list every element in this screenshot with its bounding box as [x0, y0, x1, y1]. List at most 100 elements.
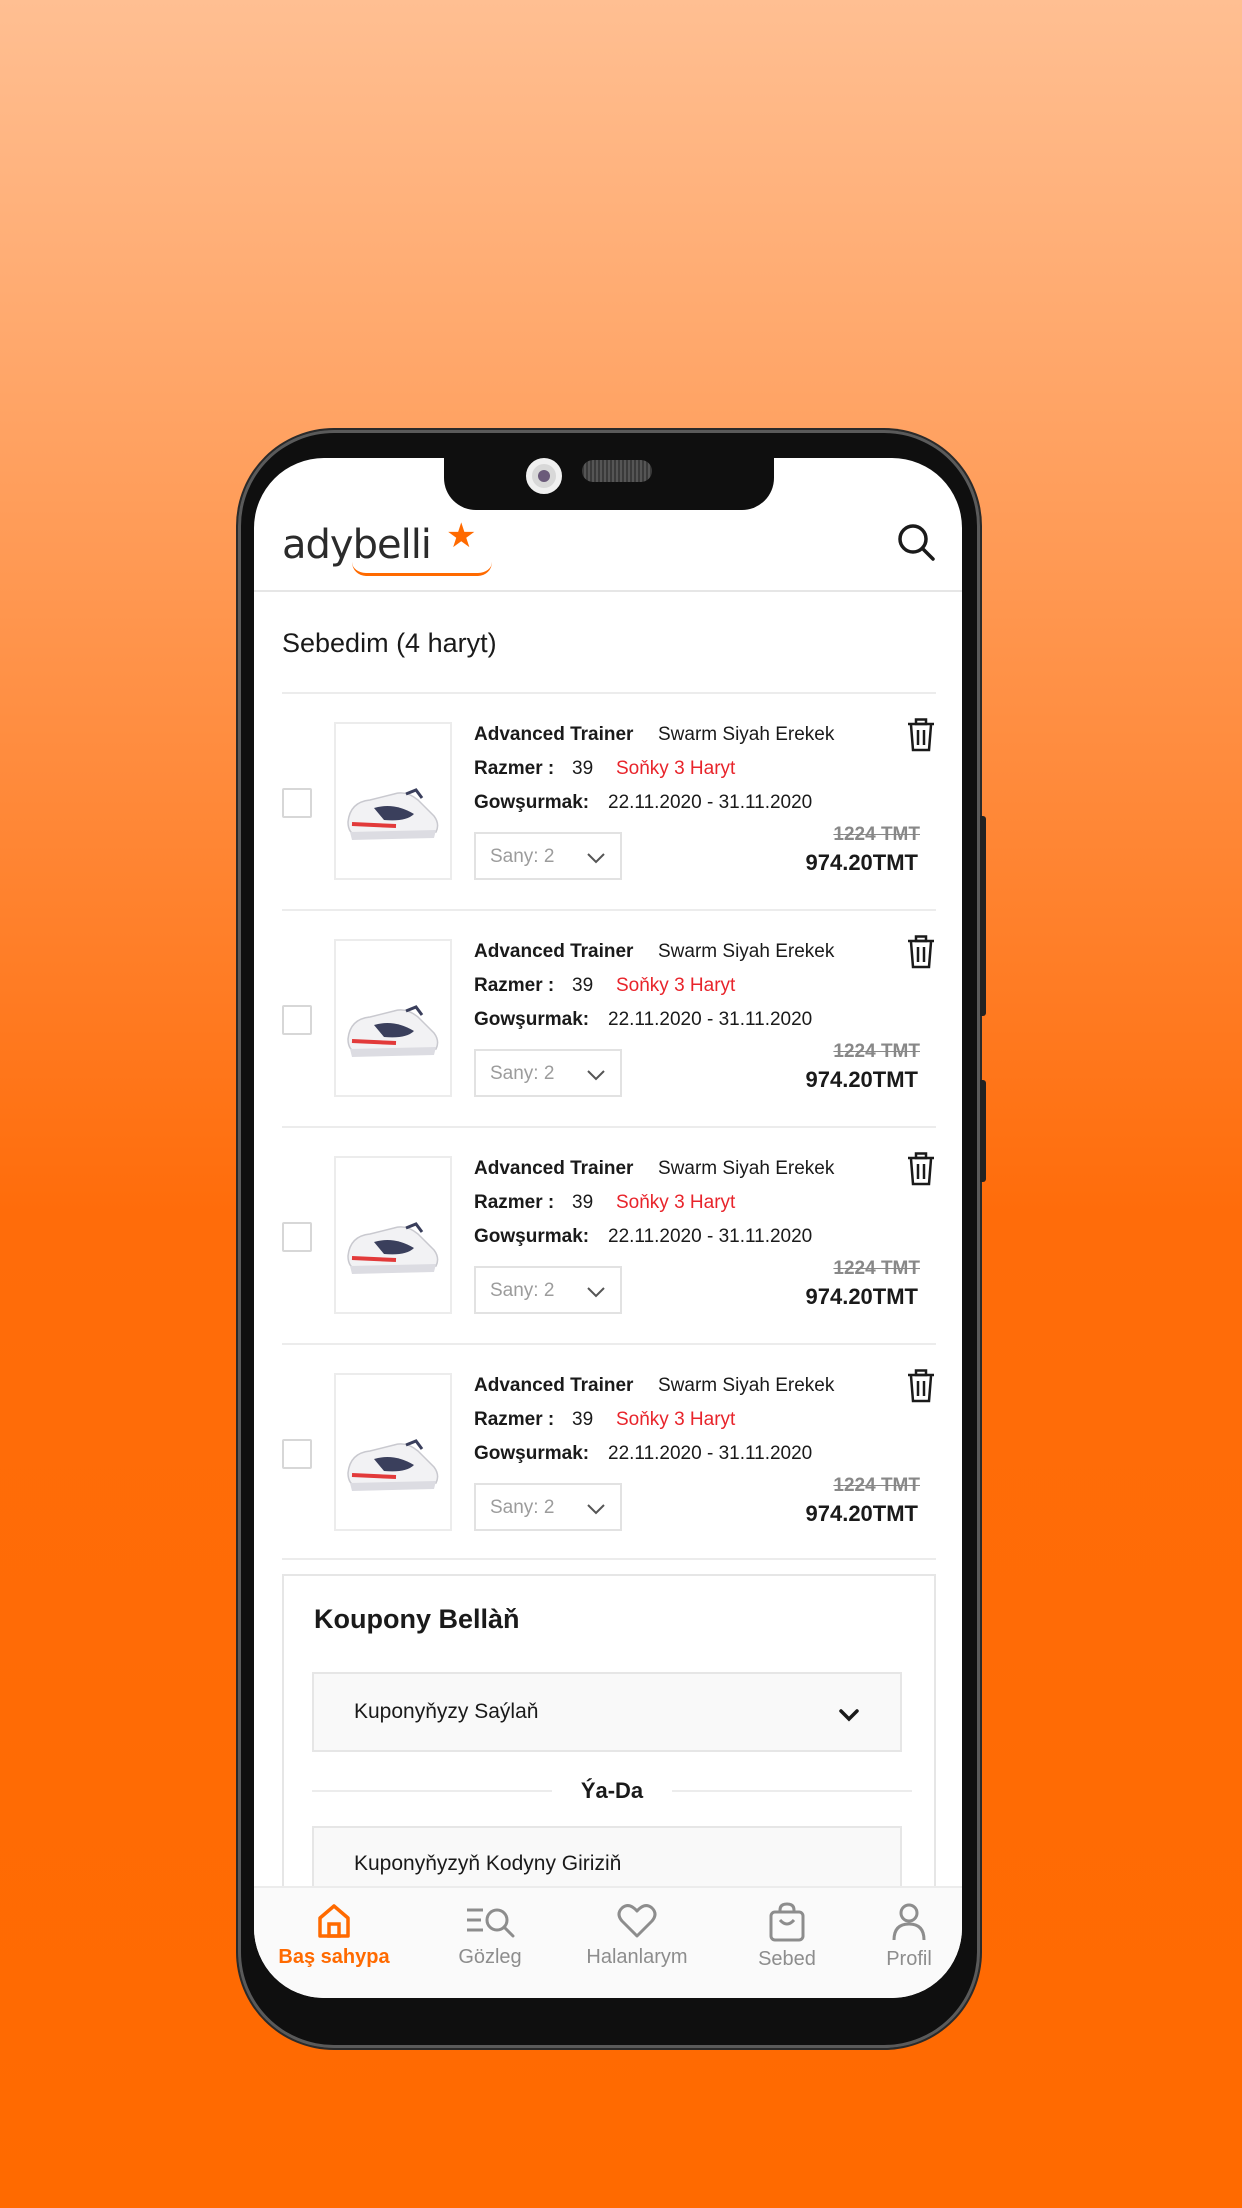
user-icon [892, 1903, 926, 1941]
quantity-label: Sany: 2 [490, 1063, 555, 1084]
cart-item: Advanced Trainer Swarm Siyah Erekek Razm… [282, 909, 936, 1126]
nav-label: Baş sahypa [278, 1946, 390, 1968]
quantity-select[interactable]: Sany: 2 [474, 1483, 622, 1531]
new-price: 974.20TMT [805, 850, 919, 875]
page-title: Sebedim (4 haryt) [282, 628, 497, 658]
volume-button [980, 816, 986, 1016]
nav-label: Gözleg [458, 1946, 522, 1968]
home-icon [318, 1904, 350, 1938]
quantity-select[interactable]: Sany: 2 [474, 1266, 622, 1314]
nav-label: Halanlarym [586, 1946, 688, 1968]
old-price: 1224 TMT [833, 1475, 920, 1496]
product-description: Swarm Siyah Erekek [658, 1375, 835, 1396]
old-price: 1224 TMT [833, 824, 920, 845]
old-price: 1224 TMT [833, 1258, 920, 1279]
delivery-label: Gowşurmak: [474, 1009, 590, 1030]
coupon-panel: Koupony Bellàň Kuponyňyzy Saýlaň Ýa-Da K… [282, 1574, 936, 1886]
product-thumbnail[interactable] [334, 1156, 452, 1314]
trash-icon[interactable] [906, 718, 936, 752]
quantity-label: Sany: 2 [490, 1280, 555, 1301]
item-checkbox[interactable] [282, 1005, 312, 1035]
coupon-select-label: Kuponyňyzy Saýlaň [354, 1700, 539, 1723]
nav-profile[interactable]: Profil [878, 1902, 940, 1971]
sneaker-image [347, 1005, 439, 1057]
nav-home[interactable]: Baş sahypa [276, 1902, 392, 1969]
size-label: Razmer : [474, 758, 555, 779]
product-name[interactable]: Advanced Trainer [474, 1158, 633, 1180]
size-label: Razmer : [474, 1192, 555, 1213]
size-value: 39 [572, 975, 594, 996]
trash-icon[interactable] [906, 935, 936, 969]
cart-item: Advanced Trainer Swarm Siyah Erekek Razm… [282, 1343, 936, 1560]
nav-label: Profil [886, 1948, 932, 1970]
power-button [980, 1080, 986, 1182]
item-checkbox[interactable] [282, 1222, 312, 1252]
stock-note: Soňky 3 Haryt [616, 758, 736, 779]
new-price: 974.20TMT [805, 1067, 919, 1092]
coupon-title: Koupony Bellàň [314, 1604, 520, 1634]
size-label: Razmer : [474, 975, 555, 996]
app-header: adybelli ★ [254, 508, 962, 592]
delivery-value: 22.11.2020 - 31.11.2020 [608, 1009, 813, 1030]
search-list-icon [467, 1908, 515, 1938]
product-thumbnail[interactable] [334, 939, 452, 1097]
coupon-select[interactable]: Kuponyňyzy Saýlaň [312, 1672, 902, 1752]
new-price: 974.20TMT [805, 1284, 919, 1309]
product-name[interactable]: Advanced Trainer [474, 1375, 633, 1397]
trash-icon[interactable] [906, 1152, 936, 1186]
sneaker-image [347, 788, 439, 840]
app-screen: adybelli ★ Sebedim (4 haryt) Advanced Tr… [254, 458, 962, 1998]
size-value: 39 [572, 1192, 594, 1213]
item-checkbox[interactable] [282, 788, 312, 818]
trash-icon[interactable] [906, 1369, 936, 1403]
chevron-down-icon [587, 1070, 605, 1081]
cart-item: Advanced Trainer Swarm Siyah Erekek Razm… [282, 1126, 936, 1343]
chevron-down-icon [587, 853, 605, 864]
nav-label: Sebed [758, 1948, 816, 1970]
sneaker-image [347, 1222, 439, 1274]
quantity-label: Sany: 2 [490, 1497, 555, 1518]
cart-item: Advanced Trainer Swarm Siyah Erekek Razm… [282, 692, 936, 909]
coupon-code-input[interactable]: Kuponyňyzyň Kodyny Giriziň [312, 1826, 902, 1886]
adybelli-logo[interactable]: adybelli ★ [282, 516, 492, 576]
stock-note: Soňky 3 Haryt [616, 1409, 736, 1430]
notch [444, 458, 774, 510]
delivery-value: 22.11.2020 - 31.11.2020 [608, 1443, 813, 1464]
logo-star-icon: ★ [446, 516, 477, 556]
bag-icon [769, 1902, 805, 1942]
item-checkbox[interactable] [282, 1439, 312, 1469]
sneaker-image [347, 1439, 439, 1491]
size-value: 39 [572, 758, 594, 779]
product-thumbnail[interactable] [334, 1373, 452, 1531]
nav-cart[interactable]: Sebed [754, 1902, 820, 1971]
cart-item-list: Advanced Trainer Swarm Siyah Erekek Razm… [282, 692, 936, 1560]
nav-favorites[interactable]: Halanlarym [580, 1902, 694, 1969]
product-thumbnail[interactable] [334, 722, 452, 880]
product-name[interactable]: Advanced Trainer [474, 724, 633, 746]
nav-search[interactable]: Gözleg [450, 1902, 530, 1969]
quantity-select[interactable]: Sany: 2 [474, 832, 622, 880]
product-description: Swarm Siyah Erekek [658, 941, 835, 962]
quantity-select[interactable]: Sany: 2 [474, 1049, 622, 1097]
size-value: 39 [572, 1409, 594, 1430]
earpiece-speaker [582, 460, 652, 482]
heart-icon [617, 1904, 657, 1938]
old-price: 1224 TMT [833, 1041, 920, 1062]
product-name[interactable]: Advanced Trainer [474, 941, 633, 963]
stock-note: Soňky 3 Haryt [616, 1192, 736, 1213]
new-price: 974.20TMT [805, 1501, 919, 1526]
quantity-label: Sany: 2 [490, 846, 555, 867]
coupon-code-placeholder: Kuponyňyzyň Kodyny Giriziň [354, 1852, 622, 1875]
product-description: Swarm Siyah Erekek [658, 724, 835, 745]
logo-swoosh [352, 562, 492, 576]
front-camera [526, 458, 562, 494]
delivery-value: 22.11.2020 - 31.11.2020 [608, 1226, 813, 1247]
stock-note: Soňky 3 Haryt [616, 975, 736, 996]
search-icon[interactable] [894, 520, 938, 564]
product-description: Swarm Siyah Erekek [658, 1158, 835, 1179]
chevron-down-icon [587, 1504, 605, 1515]
chevron-down-icon [587, 1287, 605, 1298]
delivery-label: Gowşurmak: [474, 792, 590, 813]
cart-content[interactable]: Sebedim (4 haryt) Advanced Trainer Swarm… [254, 594, 962, 1886]
chevron-down-icon [839, 1709, 859, 1722]
